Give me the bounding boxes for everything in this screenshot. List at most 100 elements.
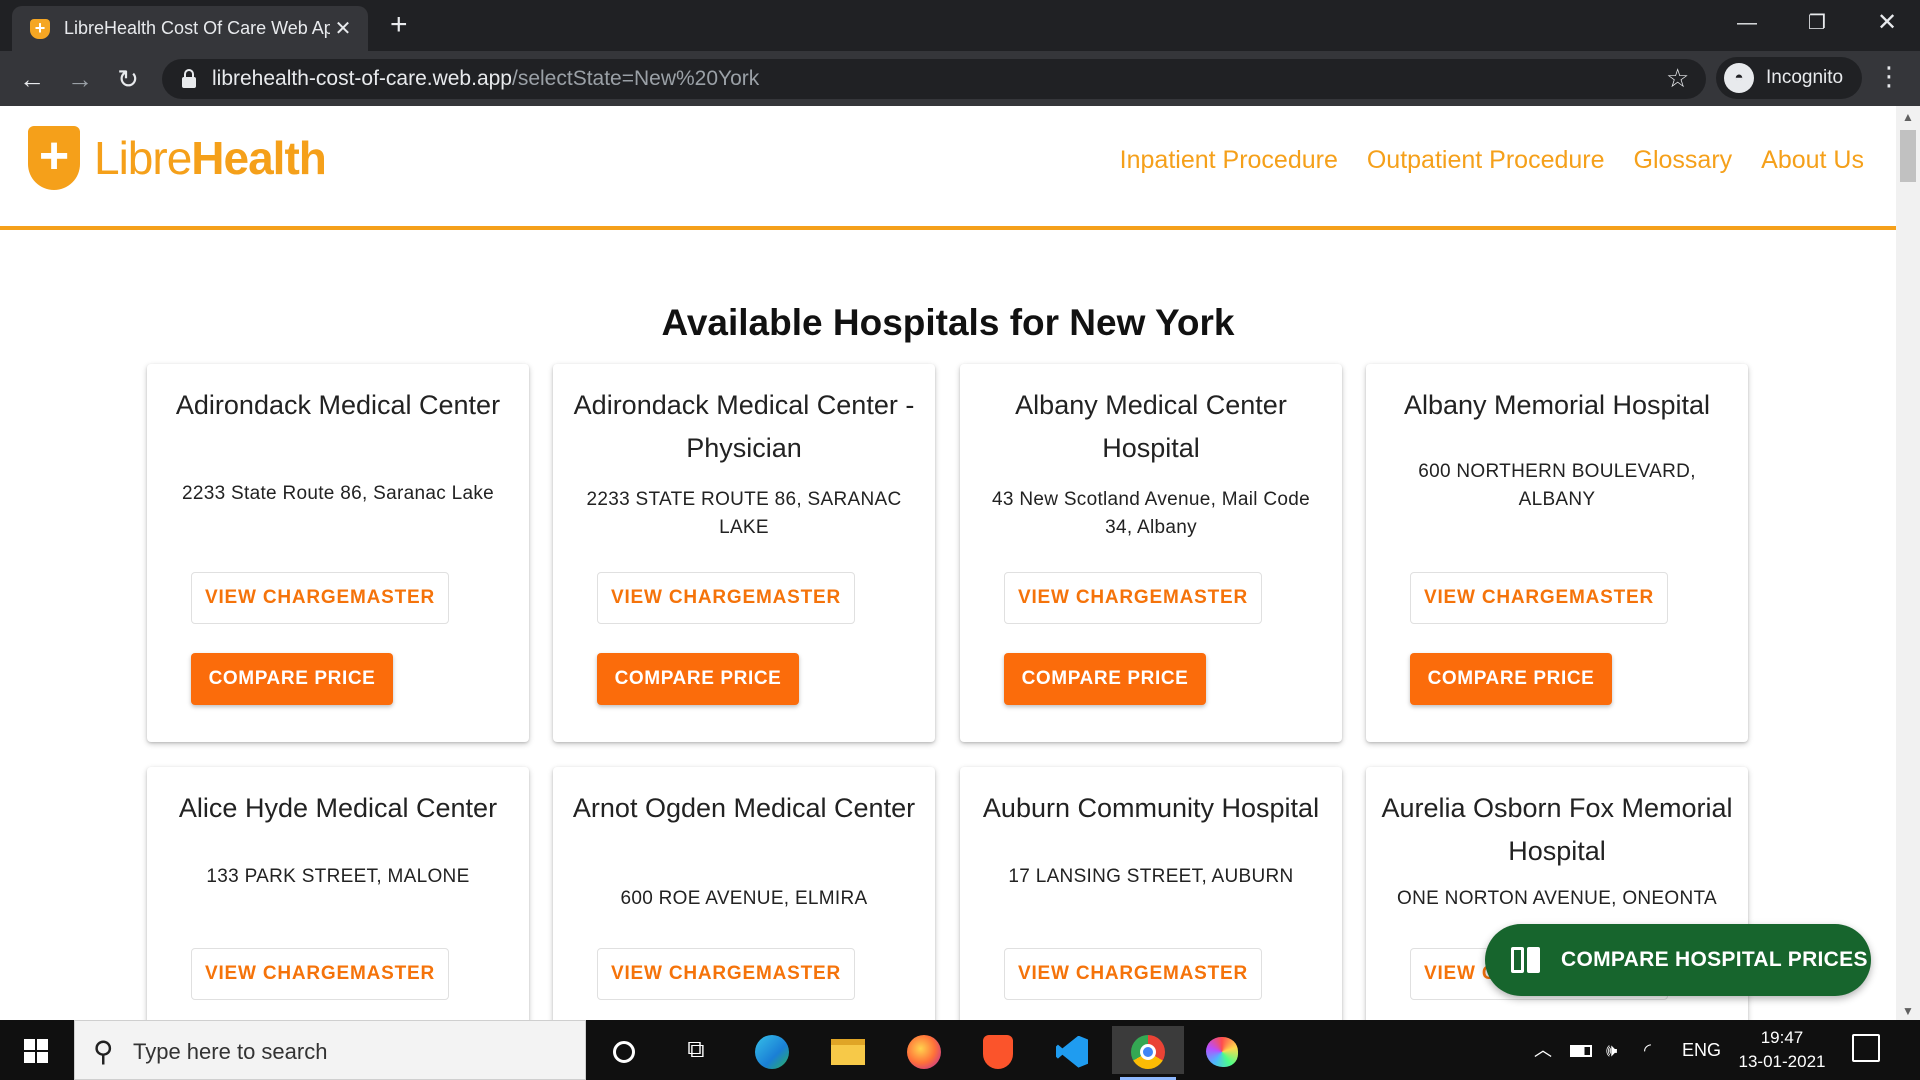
compare-price-button[interactable]: COMPARE PRICE [1004,653,1206,705]
new-tab-icon[interactable]: + [390,10,408,40]
hospital-name: Adirondack Medical Center - Physician [573,390,915,463]
scroll-thumb[interactable] [1900,130,1916,182]
window-close-button[interactable]: ✕ [1852,6,1920,40]
site-header: + LibreHealth Inpatient Procedure Outpat… [0,106,1896,230]
hospital-name: Arnot Ogden Medical Center [572,793,916,823]
wifi-icon[interactable]: ◜ [1644,1020,1651,1080]
hospital-address: 2233 State Route 86, Saranac Lake [181,483,494,504]
hospital-card: Albany Medical Center Hospital 43 New Sc… [960,364,1342,742]
scroll-up-icon[interactable]: ▲ [1902,110,1914,124]
compare-price-button[interactable]: COMPARE PRICE [191,653,393,705]
task-view-icon[interactable]: ⧉ [660,1026,732,1074]
taskbar-clock[interactable]: 19:47 13-01-2021 [1720,1026,1844,1074]
search-icon: ⚲ [93,1036,114,1067]
hospital-name: Aurelia Osborn Fox Memorial Hospital [1381,793,1733,866]
view-chargemaster-button[interactable]: VIEW CHARGEMASTER [1410,572,1668,624]
compare-hospital-prices-button[interactable]: COMPARE HOSPITAL PRICES [1485,924,1871,996]
hospital-name: Auburn Community Hospital [982,793,1320,823]
clock-date: 13-01-2021 [1738,1052,1826,1071]
compare-icon [1511,945,1541,975]
compare-price-button[interactable]: COMPARE PRICE [597,653,799,705]
nav-glossary[interactable]: Glossary [1634,146,1733,175]
notification-icon[interactable] [1852,1034,1880,1062]
windows-logo-icon [24,1039,48,1063]
hospital-name: Adirondack Medical Center [175,390,501,420]
hospital-address: ONE NORTON AVENUE, ONEONTA [1397,888,1717,909]
taskbar-search[interactable]: ⚲ Type here to search [74,1020,586,1080]
hospital-name: Alice Hyde Medical Center [178,793,498,823]
page-title: Available Hospitals for New York [661,302,1235,343]
tab-close-icon[interactable]: ✕ [330,16,356,41]
address-bar[interactable]: librehealth-cost-of-care.web.app/selectS… [162,59,1706,99]
hospital-address: 600 NORTHERN BOULEVARD, ALBANY [1418,461,1696,510]
chrome-icon[interactable] [1112,1026,1184,1080]
hospital-card: Adirondack Medical Center 2233 State Rou… [147,364,529,742]
lock-icon[interactable] [182,69,196,89]
browser-tabstrip: + LibreHealth Cost Of Care Web Ap ✕ + — … [0,0,1920,51]
view-chargemaster-button[interactable]: VIEW CHARGEMASTER [191,572,449,624]
back-arrow-icon[interactable]: ← [14,62,50,98]
hospital-address: 43 New Scotland Avenue, Mail Code 34, Al… [992,489,1310,538]
vscode-icon[interactable] [1036,1026,1108,1074]
librehealth-logo[interactable]: + LibreHealth [28,126,327,190]
compare-hospital-prices-label: COMPARE HOSPITAL PRICES [1561,948,1868,971]
hospital-card: Auburn Community Hospital 17 LANSING STR… [960,767,1342,1020]
scroll-down-icon[interactable]: ▼ [1902,1004,1914,1018]
nav-inpatient-procedure[interactable]: Inpatient Procedure [1120,146,1338,175]
hospital-card: Adirondack Medical Center - Physician 22… [553,364,935,742]
battery-icon[interactable] [1570,1020,1592,1080]
hospital-card: Arnot Ogden Medical Center 600 ROE AVENU… [553,767,935,1020]
logo-text-light: Libre [94,132,192,184]
view-chargemaster-button[interactable]: VIEW CHARGEMASTER [597,572,855,624]
paint-icon[interactable] [1186,1026,1258,1074]
hospital-card: Albany Memorial Hospital 600 NORTHERN BO… [1366,364,1748,742]
compare-price-button[interactable]: COMPARE PRICE [1410,653,1612,705]
view-chargemaster-button[interactable]: VIEW CHARGEMASTER [597,948,855,1000]
url-host: librehealth-cost-of-care.web.app [212,67,512,90]
windows-taskbar: ⚲ Type here to search ⧉ ︿ 🕪 ◜ ENG 19:47 … [0,1020,1920,1080]
librehealth-favicon-icon: + [30,18,50,39]
brave-icon[interactable] [962,1026,1034,1074]
hospital-card: Alice Hyde Medical Center 133 PARK STREE… [147,767,529,1020]
view-chargemaster-button[interactable]: VIEW CHARGEMASTER [1004,572,1262,624]
view-chargemaster-button[interactable]: VIEW CHARGEMASTER [191,948,449,1000]
incognito-icon: ◓ [1724,63,1754,93]
browser-tab[interactable]: + LibreHealth Cost Of Care Web Ap ✕ [12,6,368,51]
page-scrollbar[interactable]: ▲ ▼ [1896,106,1920,1020]
bookmark-star-icon[interactable]: ☆ [1666,63,1689,94]
nav-about-us[interactable]: About Us [1761,146,1864,175]
tab-title: LibreHealth Cost Of Care Web Ap [64,18,330,38]
window-restore-button[interactable]: ❐ [1782,6,1852,40]
incognito-label: Incognito [1766,67,1844,88]
hospital-address: 600 ROE AVENUE, ELMIRA [620,888,868,909]
logo-shield-icon: + [28,126,80,190]
hospital-address: 17 LANSING STREET, AUBURN [1008,866,1294,887]
taskbar-search-placeholder: Type here to search [133,1039,328,1064]
reload-icon[interactable]: ↻ [110,62,146,98]
edge-icon[interactable] [736,1026,808,1074]
forward-arrow-icon[interactable]: → [62,62,98,98]
hospital-name: Albany Medical Center Hospital [1015,390,1287,463]
language-indicator[interactable]: ENG [1682,1020,1721,1080]
incognito-badge[interactable]: ◓ Incognito [1716,57,1862,99]
file-explorer-icon[interactable] [812,1026,884,1074]
volume-icon[interactable]: 🕪 [1606,1020,1617,1080]
browser-menu-icon[interactable]: ⋮ [1876,61,1902,92]
cortana-icon[interactable] [588,1026,660,1074]
firefox-icon[interactable] [888,1026,960,1074]
nav-outpatient-procedure[interactable]: Outpatient Procedure [1367,146,1605,175]
url-path: /selectState=New%20York [512,67,760,90]
logo-text-bold: Health [191,132,327,184]
view-chargemaster-button[interactable]: VIEW CHARGEMASTER [1004,948,1262,1000]
logo-text: LibreHealth [94,131,327,185]
hospital-name: Albany Memorial Hospital [1403,390,1711,420]
page-content: + LibreHealth Inpatient Procedure Outpat… [0,106,1896,1020]
url-text[interactable]: librehealth-cost-of-care.web.app/selectS… [212,67,759,91]
browser-toolbar: ← → ↻ librehealth-cost-of-care.web.app/s… [0,51,1920,106]
start-button[interactable] [0,1020,72,1080]
hospital-address: 133 PARK STREET, MALONE [206,866,470,887]
hospital-address: 2233 STATE ROUTE 86, SARANAC LAKE [586,489,902,538]
tray-chevron-icon[interactable]: ︿ [1534,1020,1552,1080]
clock-time: 19:47 [1760,1028,1804,1047]
window-minimize-button[interactable]: — [1712,6,1782,40]
